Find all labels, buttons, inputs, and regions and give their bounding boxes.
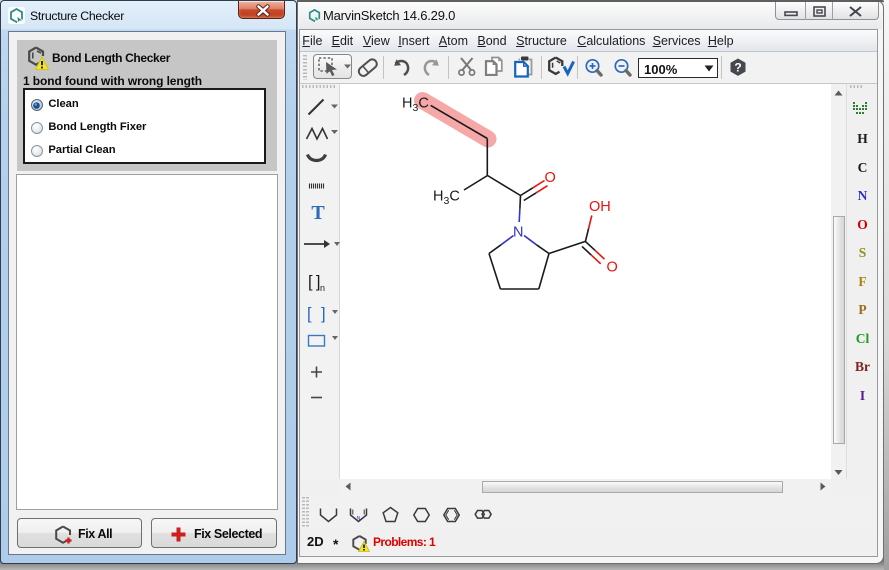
- svg-text:[ ]: [ ]: [308, 273, 320, 291]
- svg-text:OH: OH: [589, 199, 611, 215]
- svg-text:N: N: [357, 516, 361, 522]
- svg-text:N: N: [513, 225, 523, 241]
- svg-text:?: ?: [734, 61, 741, 75]
- svg-text:n: n: [320, 283, 325, 293]
- svg-text:T: T: [311, 202, 325, 224]
- svg-text:O: O: [607, 260, 618, 276]
- svg-text:[: [: [307, 305, 312, 323]
- svg-text:H3C: H3C: [433, 189, 460, 208]
- svg-text:]: ]: [321, 305, 326, 323]
- svg-text:O: O: [545, 170, 556, 186]
